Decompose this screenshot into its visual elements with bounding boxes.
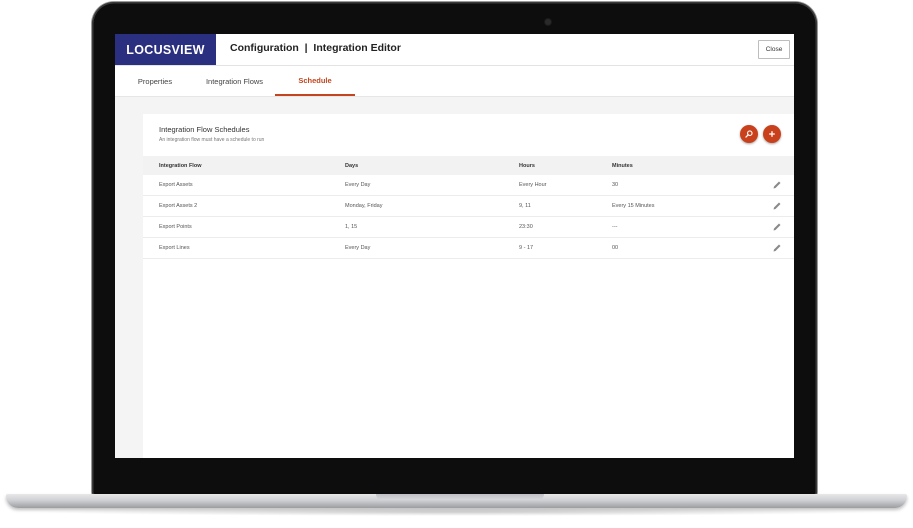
cell-minutes: 00 <box>612 245 619 251</box>
edit-icon[interactable] <box>772 180 782 190</box>
table-row[interactable]: Export Lines Every Day 9 - 17 00 <box>143 238 794 259</box>
edit-icon[interactable] <box>772 243 782 253</box>
add-icon <box>769 131 775 137</box>
cell-hours: 23:30 <box>519 224 533 230</box>
column-header-integration-flow[interactable]: Integration Flow <box>159 156 201 175</box>
camera-icon <box>545 19 551 25</box>
app-header: LOCUSVIEW Configuration | Integration Ed… <box>115 34 794 66</box>
panel-subtitle: An integration flow must have a schedule… <box>159 137 265 143</box>
cell-days: Monday, Friday <box>345 203 383 209</box>
page-title: Configuration | Integration Editor <box>230 42 401 54</box>
edit-icon[interactable] <box>772 201 782 211</box>
tab-label: Integration Flows <box>205 76 264 86</box>
tab-label: Schedule <box>298 75 332 85</box>
table-row[interactable]: Export Assets 2 Monday, Friday 9, 11 Eve… <box>143 196 794 217</box>
column-header-minutes[interactable]: Minutes <box>612 156 633 175</box>
close-button[interactable]: Close <box>758 40 790 59</box>
cell-hours: 9, 11 <box>519 203 531 209</box>
column-header-hours[interactable]: Hours <box>519 156 535 175</box>
logo-text: LOCUSVIEW <box>126 42 205 57</box>
add-button[interactable] <box>763 125 781 143</box>
cell-minutes: Every 15 Minutes <box>612 203 655 209</box>
tab-properties[interactable]: Properties <box>120 66 190 96</box>
cell-flow: Export Points <box>159 224 192 230</box>
schedules-panel: Integration Flow Schedules An integratio… <box>143 114 794 458</box>
cell-days: Every Day <box>345 245 371 251</box>
cell-minutes: --- <box>612 224 618 230</box>
tab-integration-flows[interactable]: Integration Flows <box>197 66 272 96</box>
logo: LOCUSVIEW <box>115 34 216 65</box>
cell-days: Every Day <box>345 182 371 188</box>
table-row[interactable]: Export Assets Every Day Every Hour 30 <box>143 175 794 196</box>
search-icon <box>745 130 753 138</box>
tab-bar: Properties Integration Flows Schedule <box>115 66 794 97</box>
search-button[interactable] <box>740 125 758 143</box>
cell-flow: Export Assets <box>159 182 193 188</box>
laptop-notch <box>376 494 544 500</box>
laptop-shadow <box>30 508 883 516</box>
cell-days: 1, 15 <box>345 224 358 230</box>
app-window: LOCUSVIEW Configuration | Integration Ed… <box>115 34 794 458</box>
cell-minutes: 30 <box>612 182 619 188</box>
cell-hours: Every Hour <box>519 182 547 188</box>
table-row[interactable]: Export Points 1, 15 23:30 --- <box>143 217 794 238</box>
table-header: Integration Flow Days Hours Minutes <box>143 156 794 175</box>
cell-hours: 9 - 17 <box>519 245 534 251</box>
cell-flow: Export Assets 2 <box>159 203 198 209</box>
panel-title: Integration Flow Schedules <box>159 125 250 134</box>
tab-label: Properties <box>137 76 173 86</box>
column-header-days[interactable]: Days <box>345 156 358 175</box>
laptop-base <box>6 494 907 508</box>
tab-schedule[interactable]: Schedule <box>275 66 355 96</box>
edit-icon[interactable] <box>772 222 782 232</box>
cell-flow: Export Lines <box>159 245 190 251</box>
schedules-table: Integration Flow Days Hours Minutes Expo… <box>143 156 794 259</box>
